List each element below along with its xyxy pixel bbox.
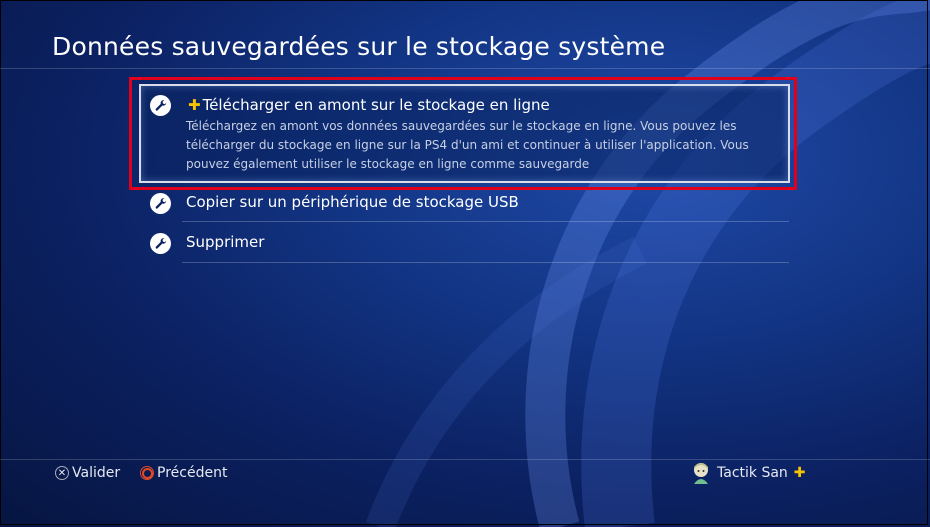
cross-button-icon: ✕	[55, 466, 69, 480]
menu-item-label: Supprimer	[186, 233, 265, 251]
back-button[interactable]: Précédent	[140, 465, 227, 481]
wrench-icon	[150, 193, 171, 214]
menu-item-description: Téléchargez en amont vos données sauvega…	[186, 119, 749, 171]
circle-button-icon	[140, 466, 154, 480]
user-profile[interactable]: Tactik San ✚	[691, 462, 808, 484]
menu-divider	[182, 262, 789, 263]
confirm-button[interactable]: ✕ Valider	[55, 465, 120, 481]
ps-plus-icon: ✚	[793, 465, 806, 481]
menu-item-label: ✚ Télécharger en amont sur le stockage en…	[188, 96, 550, 114]
ps-plus-icon: ✚	[188, 96, 201, 114]
options-menu: ✚ Télécharger en amont sur le stockage en…	[0, 0, 930, 527]
wrench-icon	[150, 233, 171, 254]
wrench-icon	[150, 95, 171, 116]
menu-item-label: Copier sur un périphérique de stockage U…	[186, 193, 519, 211]
confirm-label: Valider	[72, 465, 121, 481]
avatar	[694, 463, 708, 484]
footer-divider	[0, 459, 930, 460]
back-label: Précédent	[157, 465, 228, 481]
username: Tactik San	[717, 465, 788, 481]
